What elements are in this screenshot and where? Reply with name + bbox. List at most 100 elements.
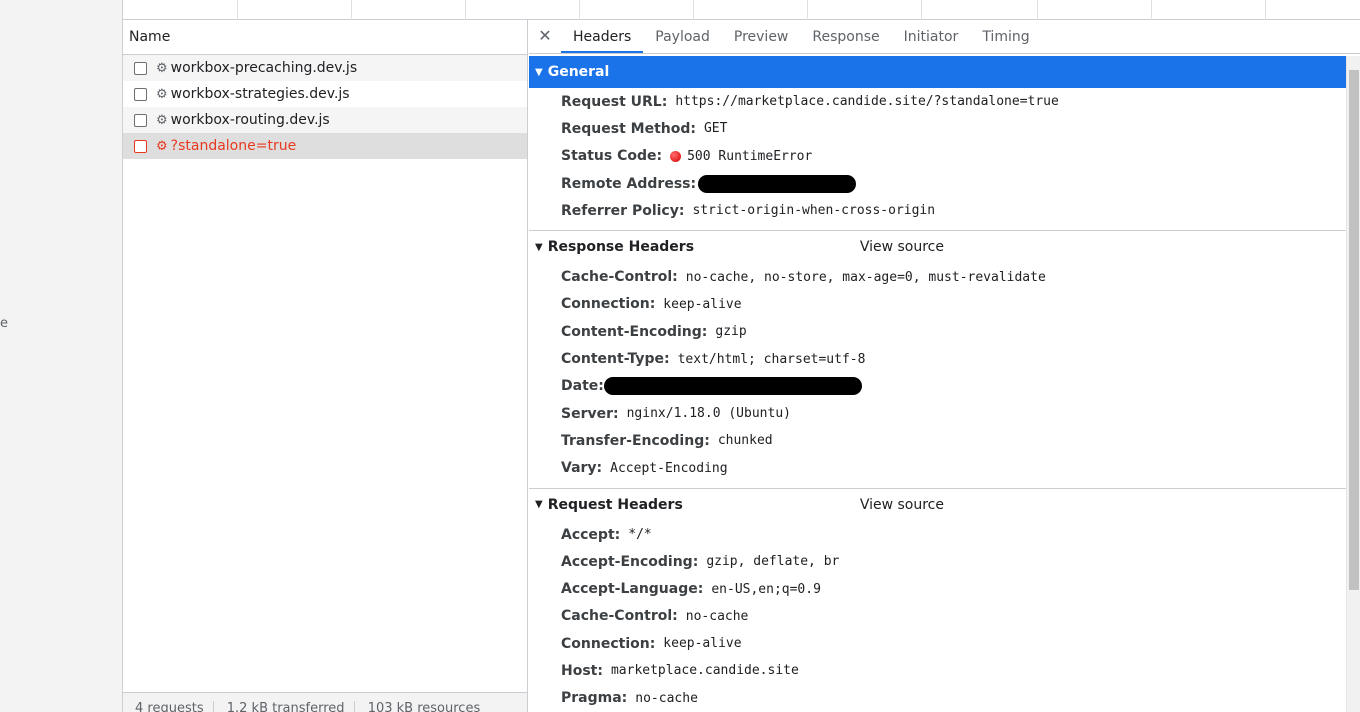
response-headers-section-header[interactable]: ▼ Response Headers View source [529,231,1346,263]
name-column-header[interactable]: Name [123,20,527,55]
header-value: en-US,en;q=0.9 [711,581,821,597]
triangle-down-icon: ▼ [535,241,543,253]
header-row: Server: nginx/1.18.0 (Ubuntu) [529,400,1346,427]
header-row: Remote Address: [529,170,1346,197]
header-key: Vary: [561,460,603,477]
header-value: chunked [717,433,773,449]
header-key: Pragma: [561,690,628,707]
header-key: Date: [561,378,604,395]
request-row-selected[interactable]: ⚙ ?standalone=true [123,133,527,159]
tab-payload[interactable]: Payload [643,29,722,53]
redaction-mark [603,377,862,396]
header-key: Connection: [561,635,656,652]
transferred-size: 1.2 kB transferred [226,701,355,712]
redaction-mark [698,174,857,193]
header-key: Referrer Policy: [561,202,685,219]
timeline-overview[interactable] [123,0,1360,20]
header-key: Cache-Control: [561,608,678,625]
tab-timing[interactable]: Timing [970,29,1041,53]
gear-icon: ⚙ [156,112,168,128]
header-key: Request URL: [561,93,668,110]
view-source-link[interactable]: View source [860,239,944,255]
request-name: workbox-precaching.dev.js [170,60,358,76]
document-icon [134,61,147,75]
header-value: */* [628,527,652,542]
header-value: 500 RuntimeError [687,148,813,164]
header-value: keep-alive [663,296,742,312]
request-count: 4 requests [135,701,214,712]
close-icon[interactable]: ✕ [529,26,561,53]
header-row: Connection: keep-alive [529,630,1346,657]
header-value: strict-origin-when-cross-origin [692,203,936,219]
vertical-scrollbar[interactable] [1346,56,1360,712]
document-icon [134,87,147,101]
request-list: Name ⚙ workbox-precaching.dev.js ⚙ workb… [123,20,528,712]
header-key: Request Method: [561,120,696,137]
tab-preview[interactable]: Preview [722,29,801,53]
header-row: Content-Encoding: gzip [529,318,1346,345]
header-row: Request URL: https://marketplace.candide… [529,88,1346,115]
header-key: Accept: [561,526,621,543]
tab-headers[interactable]: Headers [561,29,644,53]
header-value: keep-alive [663,636,742,652]
header-value: gzip, deflate, br [706,554,840,570]
triangle-down-icon: ▼ [535,499,543,511]
triangle-down-icon: ▼ [535,66,543,78]
header-row: Cache-Control: no-cache, no-store, max-a… [529,263,1346,290]
header-key: Connection: [561,296,656,313]
header-value: nginx/1.18.0 (Ubuntu) [626,406,791,422]
request-detail-panel: ✕ Headers Payload Preview Response Initi… [529,20,1360,712]
header-value: marketplace.candide.site [610,663,799,679]
request-row[interactable]: ⚙ workbox-precaching.dev.js [123,55,527,81]
section-title: Response Headers [547,239,695,256]
headers-content: ▼ General Request URL: https://marketpla… [529,56,1346,712]
resources-size: 103 kB resources [367,701,481,712]
header-value: GET [703,121,728,137]
header-row: Vary: Accept-Encoding [529,455,1346,482]
general-section: ▼ General Request URL: https://marketpla… [529,56,1346,232]
request-row[interactable]: ⚙ workbox-strategies.dev.js [123,81,527,107]
request-headers-section: ▼ Request Headers View source Accept: */… [529,489,1346,712]
section-title: General [547,64,610,80]
tab-response[interactable]: Response [800,29,891,53]
document-icon [134,113,147,127]
header-row: Transfer-Encoding: chunked [529,427,1346,454]
document-icon [134,139,147,153]
network-status-bar: 4 requests 1.2 kB transferred 103 kB res… [123,692,527,712]
header-value: no-cache [635,690,698,706]
header-row: Date: [529,373,1346,400]
header-row: Accept-Encoding: gzip, deflate, br [529,548,1346,575]
header-key: Host: [561,662,603,679]
header-key: Server: [561,405,619,422]
general-section-header[interactable]: ▼ General [529,56,1346,88]
scrollbar-thumb[interactable] [1349,70,1359,590]
request-name: ?standalone=true [170,138,297,154]
header-row: Accept-Language: en-US,en;q=0.9 [529,575,1346,602]
header-value: no-cache [685,608,749,624]
header-value: text/html; charset=utf-8 [677,351,866,367]
header-row: Content-Type: text/html; charset=utf-8 [529,345,1346,372]
header-row: Accept: */* [529,521,1346,548]
header-value: no-cache, no-store, max-age=0, must-reva… [685,269,1046,285]
header-row: Connection: keep-alive [529,291,1346,318]
request-name: workbox-routing.dev.js [170,112,330,128]
header-row: Host: marketplace.candide.site [529,657,1346,684]
header-row: Referrer Policy: strict-origin-when-cros… [529,197,1346,224]
header-row: Status Code: 500 RuntimeError [529,143,1346,170]
request-row[interactable]: ⚙ workbox-routing.dev.js [123,107,527,133]
header-row: Request Method: GET [529,115,1346,142]
gear-icon: ⚙ [156,138,168,154]
header-key: Content-Encoding: [561,323,708,340]
header-key: Accept-Encoding: [561,553,699,570]
header-key: Transfer-Encoding: [561,432,710,449]
request-headers-section-header[interactable]: ▼ Request Headers View source [529,489,1346,521]
tab-initiator[interactable]: Initiator [892,29,971,53]
left-panel: e [0,0,123,712]
view-source-link[interactable]: View source [860,497,944,513]
left-panel-text: e [0,316,8,331]
gear-icon: ⚙ [156,86,168,102]
error-dot-icon [670,150,682,162]
header-key: Cache-Control: [561,269,678,286]
gear-icon: ⚙ [156,60,168,76]
response-headers-section: ▼ Response Headers View source Cache-Con… [529,231,1346,489]
